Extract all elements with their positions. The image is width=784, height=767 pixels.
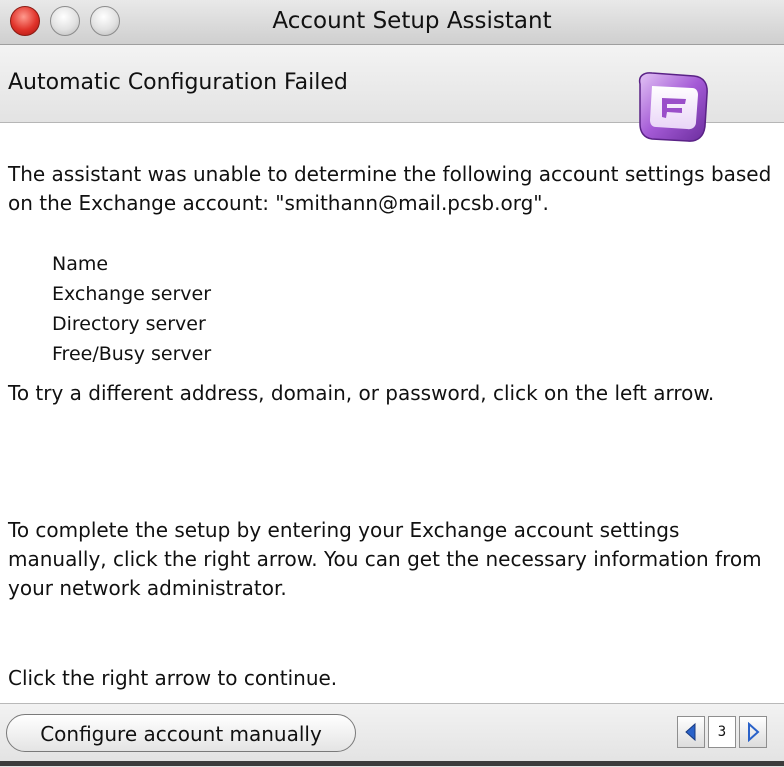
continue-instructions: Click the right arrow to continue. <box>8 666 338 690</box>
previous-arrow-button[interactable] <box>677 716 705 748</box>
list-item: Exchange server <box>52 283 212 305</box>
retry-instructions: To try a different address, domain, or p… <box>8 381 715 405</box>
page-title: Automatic Configuration Failed <box>8 70 348 95</box>
manual-instructions: To complete the setup by entering your E… <box>8 518 762 600</box>
window-titlebar: Account Setup Assistant <box>0 0 784 45</box>
right-arrow-icon <box>748 722 760 742</box>
missing-settings-list: Name Exchange server Directory server Fr… <box>52 249 211 369</box>
window-title: Account Setup Assistant <box>272 8 552 34</box>
list-item: Name <box>52 253 109 275</box>
next-arrow-button[interactable] <box>739 716 767 748</box>
entourage-app-icon <box>638 72 708 142</box>
assistant-footer: Configure account manually 3 <box>0 703 784 767</box>
intro-text: The assistant was unable to determine th… <box>8 162 772 215</box>
configure-manually-button[interactable]: Configure account manually <box>6 714 356 752</box>
list-item: Directory server <box>52 313 206 335</box>
page-number: 3 <box>708 716 736 748</box>
list-item: Free/Busy server <box>52 343 212 365</box>
page-navigator: 3 <box>677 716 767 750</box>
left-arrow-icon <box>685 722 696 742</box>
window-bottom-edge <box>0 761 784 766</box>
